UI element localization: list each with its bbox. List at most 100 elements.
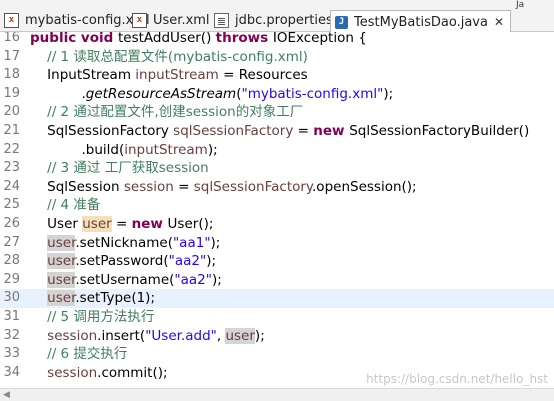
code-token: throws xyxy=(215,32,273,46)
properties-file-icon xyxy=(214,12,229,28)
line-number: 25 xyxy=(3,197,20,213)
code-line[interactable]: 27 user.setNickname("aa1"); xyxy=(0,234,554,253)
line-number: 33 xyxy=(3,346,20,362)
tab-user-xml[interactable]: x User.xml xyxy=(132,8,210,32)
code-token: ); xyxy=(254,327,265,344)
code-token: new xyxy=(313,123,350,139)
code-token: IOException { xyxy=(272,32,367,46)
tab-mybatis-config[interactable]: x mybatis-config.xml xyxy=(4,8,150,32)
line-number: 26 xyxy=(3,216,20,231)
code-token: InputStream xyxy=(30,67,136,84)
code-token: ); xyxy=(207,141,218,158)
code-token: sqlSessionFactory xyxy=(193,178,313,195)
code-token: = xyxy=(111,216,132,232)
tab-label: jdbc.properties xyxy=(235,12,333,28)
code-token: testAddUser() xyxy=(117,32,216,46)
code-line[interactable]: 26 User user = new User(); xyxy=(0,215,554,234)
code-token: . xyxy=(30,85,86,102)
xml-file-icon: x xyxy=(132,12,147,28)
code-text: SqlSession session = sqlSessionFactory.o… xyxy=(30,178,417,197)
code-line[interactable]: 16 public void testAddUser() throws IOExc… xyxy=(0,32,554,48)
xml-file-icon: x xyxy=(4,12,19,28)
code-text: session.commit(); xyxy=(30,364,168,383)
editor-tab-bar: x mybatis-config.xml x User.xml jdbc.pro… xyxy=(0,0,554,33)
code-line[interactable]: 29 user.setUsername("aa2"); xyxy=(0,271,554,290)
horizontal-scrollbar[interactable]: ◀ xyxy=(0,388,554,401)
code-line[interactable]: 31 // 5 调用方法执行 xyxy=(0,308,554,327)
code-text: // 6 提交执行 xyxy=(30,345,127,364)
code-token: session xyxy=(47,327,98,344)
tab-jdbc-properties[interactable]: jdbc.properties xyxy=(214,8,333,32)
line-number: 20 xyxy=(3,104,20,120)
code-token: // 5 调用方法执行 xyxy=(30,309,155,325)
code-token: = Resources xyxy=(218,67,308,84)
code-token: .openSession(); xyxy=(312,178,417,195)
code-line[interactable]: 20 // 2 通过配置文件,创建session的对象工厂 xyxy=(0,103,554,122)
line-number: 16 xyxy=(3,32,20,45)
code-token: "aa2" xyxy=(168,253,207,270)
code-line[interactable]: 30 user.setType(1); xyxy=(0,289,554,308)
code-line[interactable]: 17 // 1 读取总配置文件(mybatis-config.xml) xyxy=(0,48,554,67)
code-token: session xyxy=(123,178,174,195)
code-text: User user = new User(); xyxy=(30,215,213,234)
code-line[interactable]: 25 // 4 准备 xyxy=(0,196,554,215)
code-token: user xyxy=(225,327,255,344)
line-number: 29 xyxy=(3,271,20,287)
code-token: .setPassword( xyxy=(75,253,169,270)
code-token: User(); xyxy=(167,216,214,232)
code-text: .build(inputStream); xyxy=(30,141,218,160)
code-token: getResourceAsStream xyxy=(85,85,237,102)
code-line[interactable]: 32 session.insert("User.add", user); xyxy=(0,327,554,346)
code-token: .setUsername( xyxy=(75,271,175,288)
code-line[interactable]: 21 SqlSessionFactory sqlSessionFactory =… xyxy=(0,122,554,141)
code-token: session xyxy=(47,364,98,381)
code-line[interactable]: 28 user.setPassword("aa2"); xyxy=(0,252,554,271)
code-line[interactable]: 22 .build(inputStream); xyxy=(0,141,554,160)
code-token: // 1 读取总配置文件(mybatis-config.xml) xyxy=(30,48,308,65)
watermark: https://blog.csdn.net/hello_hst xyxy=(366,372,548,386)
code-token: SqlSessionFactory xyxy=(30,123,174,139)
code-line[interactable]: 24 SqlSession session = sqlSessionFactor… xyxy=(0,178,554,197)
code-token: = xyxy=(293,123,314,139)
code-text: // 1 读取总配置文件(mybatis-config.xml) xyxy=(30,48,308,67)
line-number: 21 xyxy=(3,123,20,138)
line-number: 18 xyxy=(3,67,20,83)
top-right-label[interactable]: Ja xyxy=(516,0,554,10)
code-line[interactable]: 18 InputStream inputStream = Resources xyxy=(0,66,554,85)
code-token: inputStream xyxy=(124,141,208,158)
close-tab-icon[interactable]: ✕ xyxy=(494,15,504,29)
line-number: 31 xyxy=(3,309,20,324)
scroll-left-arrow-icon[interactable]: ◀ xyxy=(3,391,11,400)
code-editor[interactable]: 16 public void testAddUser() throws IOExc… xyxy=(0,32,554,388)
code-text: user.setType(1); xyxy=(30,289,155,308)
code-token: "aa2" xyxy=(174,271,212,288)
code-token: User xyxy=(30,216,83,232)
line-number: 30 xyxy=(3,290,20,306)
code-token: .setType(1); xyxy=(75,290,155,307)
code-text: // 2 通过配置文件,创建session的对象工厂 xyxy=(30,103,303,122)
code-token: // 3 通过 工厂获取session xyxy=(30,160,209,177)
tab-label: mybatis-config.xml xyxy=(25,12,150,28)
code-token: new xyxy=(131,216,168,232)
code-text: user.setUsername("aa2"); xyxy=(30,271,222,290)
code-line[interactable]: 19 .getResourceAsStream("mybatis-config.… xyxy=(0,85,554,104)
code-line[interactable]: 23 // 3 通过 工厂获取session xyxy=(0,159,554,178)
line-number: 28 xyxy=(3,253,20,269)
code-text: user.setNickname("aa1"); xyxy=(30,234,220,253)
code-token: user xyxy=(82,216,112,232)
code-token: .setNickname( xyxy=(75,234,173,251)
code-token: ); xyxy=(206,253,217,270)
code-token: .commit(); xyxy=(97,364,168,381)
tab-label: User.xml xyxy=(153,12,210,28)
line-number: 22 xyxy=(3,141,20,157)
tab-testmybatisdao[interactable]: J TestMyBatisDao.java ✕ xyxy=(330,10,512,33)
line-number: 27 xyxy=(3,234,20,250)
code-token: user xyxy=(47,234,76,251)
code-text: // 4 准备 xyxy=(30,196,100,215)
code-token: = xyxy=(173,178,194,195)
code-token: ); xyxy=(210,234,221,251)
code-line[interactable]: 33 // 6 提交执行 xyxy=(0,345,554,364)
